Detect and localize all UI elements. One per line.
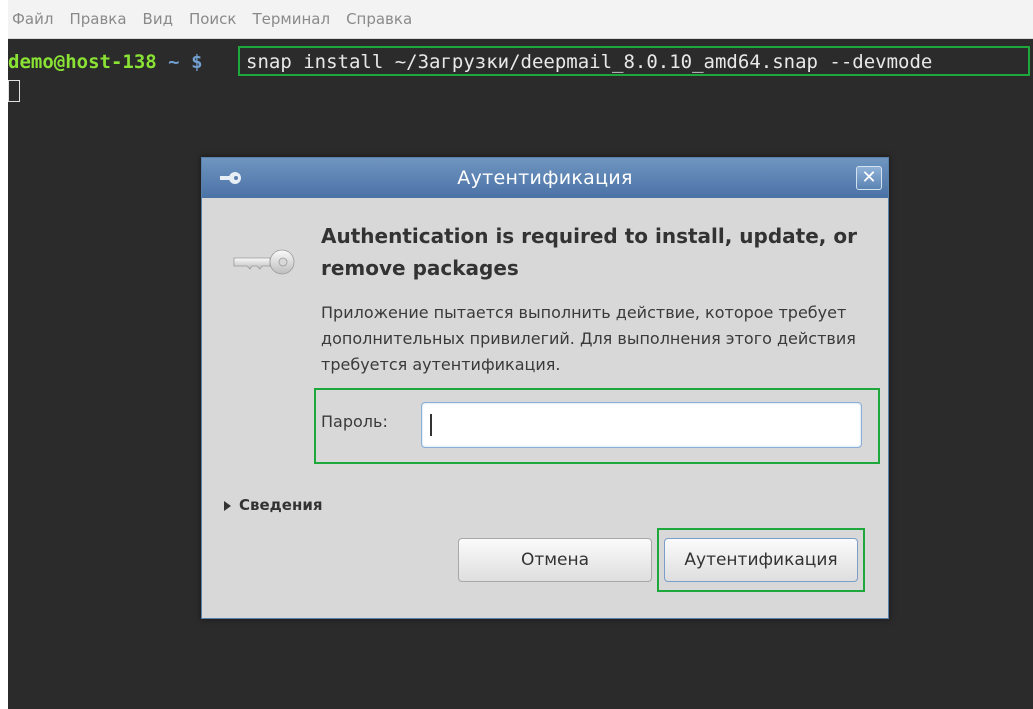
dialog-description: Приложение пытается выполнить действие, … (321, 303, 856, 374)
key-icon (233, 249, 295, 275)
dialog-title: Аутентификация (457, 167, 633, 189)
prompt-line: demo@host-138 ~ $ snap install ~/Загрузк… (8, 46, 1033, 78)
password-label: Пароль: (321, 412, 388, 431)
menu-edit[interactable]: Правка (61, 10, 134, 28)
details-label: Сведения (239, 496, 323, 514)
authenticate-button[interactable]: Аутентификация (664, 538, 858, 582)
close-button[interactable]: ✕ (856, 166, 882, 190)
cancel-button[interactable]: Отмена (458, 538, 652, 582)
menu-file[interactable]: Файл (8, 10, 61, 28)
password-field[interactable] (421, 402, 862, 448)
menubar: Файл Правка Вид Поиск Терминал Справка (8, 0, 1033, 39)
dialog-heading: Authentication is required to install, u… (321, 224, 857, 280)
dialog-titlebar[interactable]: Аутентификация ✕ (202, 158, 888, 198)
auth-dialog: Аутентификация ✕ Authentication is requi… (201, 157, 889, 619)
prompt-symbol: $ (191, 51, 203, 73)
prompt-path: ~ (168, 51, 180, 73)
menu-terminal[interactable]: Терминал (244, 10, 338, 28)
details-expander[interactable]: Сведения (224, 496, 322, 514)
triangle-right-icon (224, 500, 231, 511)
terminal-cursor (8, 80, 20, 102)
menu-view[interactable]: Вид (135, 10, 181, 28)
menu-help[interactable]: Справка (338, 10, 420, 28)
command-highlight (238, 46, 1030, 76)
prompt-user-host: demo@host-138 (8, 51, 157, 73)
menu-search[interactable]: Поиск (181, 10, 245, 28)
text-caret (430, 414, 432, 436)
